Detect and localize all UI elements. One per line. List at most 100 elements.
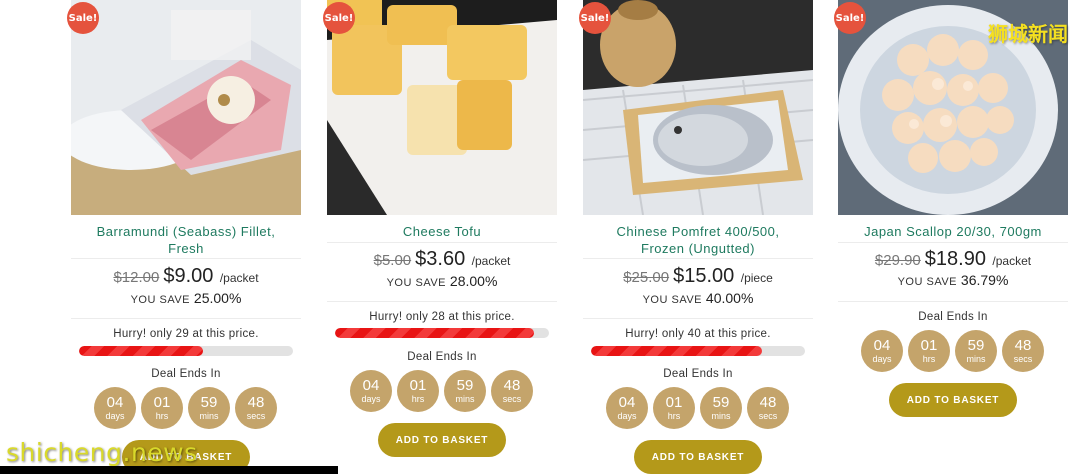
countdown-days: 04 days	[606, 387, 648, 429]
deal-ends-label: Deal Ends In	[407, 351, 477, 363]
stock-message: Hurry! only 40 at this price.	[625, 328, 771, 340]
product-title[interactable]: Japan Scallop 20/30, 700gm	[838, 223, 1068, 240]
countdown-seconds-value: 48	[247, 393, 265, 411]
add-to-basket-button[interactable]: ADD TO BASKET	[378, 423, 506, 457]
divider	[71, 318, 301, 319]
you-save: YOU SAVE 25.00%	[71, 290, 301, 306]
divider	[71, 258, 301, 259]
sale-price: $3.60	[415, 248, 466, 270]
you-save-label: YOU SAVE	[897, 276, 958, 288]
watermark-shicheng-news: shicheng.news	[6, 438, 198, 467]
product-image-chinese-pomfret[interactable]	[583, 0, 813, 215]
countdown-days-value: 04	[873, 336, 891, 354]
product-title[interactable]: Cheese Tofu	[327, 223, 557, 240]
countdown-minutes-unit: mins	[966, 353, 986, 364]
product-title-line-1[interactable]: Chinese Pomfret 400/500,	[583, 223, 813, 240]
original-price: $25.00	[623, 269, 670, 286]
you-save-percent: 36.79%	[960, 272, 1009, 288]
watermark-chinese: 狮城新闻	[988, 22, 1068, 46]
countdown-hours-value: 01	[665, 393, 683, 411]
countdown-seconds-value: 48	[503, 376, 521, 394]
stock-message: Hurry! only 29 at this price.	[113, 328, 259, 340]
product-title-line-2[interactable]: Fresh	[71, 240, 301, 257]
stock-progress-fill	[335, 328, 535, 338]
stock-progress-fill	[591, 346, 763, 356]
you-save-label: YOU SAVE	[642, 294, 703, 306]
countdown-hours: 01 hrs	[653, 387, 695, 429]
countdown-minutes-value: 59	[967, 336, 985, 354]
product-title-line-2[interactable]: Frozen (Ungutted)	[583, 240, 813, 257]
countdown-hours-value: 01	[920, 336, 938, 354]
product-title-line-1[interactable]: Barramundi (Seabass) Fillet,	[71, 223, 301, 240]
you-save-label: YOU SAVE	[130, 294, 191, 306]
original-price: $5.00	[373, 252, 412, 269]
countdown-minutes: 59 mins	[700, 387, 742, 429]
countdown-minutes-value: 59	[456, 376, 474, 394]
product-title-line-1[interactable]: Cheese Tofu	[327, 223, 557, 240]
you-save-label: YOU SAVE	[386, 277, 447, 289]
bottom-black-bar	[0, 466, 338, 474]
price-unit: /piece	[740, 271, 773, 285]
sale-price: $9.00	[163, 265, 214, 287]
product-card-chinese-pomfret: Sale! Chinese Pomfret 400/500, Frozen (U…	[579, 0, 813, 474]
add-to-basket-button[interactable]: ADD TO BASKET	[634, 440, 762, 474]
you-save-percent: 25.00%	[193, 290, 242, 306]
countdown-minutes: 59 mins	[188, 387, 230, 429]
product-title-line-1[interactable]: Japan Scallop 20/30, 700gm	[838, 223, 1068, 240]
divider	[838, 301, 1068, 302]
divider	[327, 242, 557, 243]
divider	[327, 301, 557, 302]
sale-price: $15.00	[673, 265, 735, 287]
countdown-days: 04 days	[94, 387, 136, 429]
product-title[interactable]: Chinese Pomfret 400/500, Frozen (Ungutte…	[583, 223, 813, 257]
countdown-seconds-value: 48	[759, 393, 777, 411]
countdown-minutes-unit: mins	[711, 410, 731, 421]
divider	[583, 258, 813, 259]
you-save: YOU SAVE 40.00%	[583, 290, 813, 306]
countdown-days-unit: days	[105, 410, 125, 421]
you-save: YOU SAVE 28.00%	[327, 273, 557, 289]
countdown-days-unit: days	[617, 410, 637, 421]
countdown-minutes: 59 mins	[444, 370, 486, 412]
product-card-barramundi: Sale! Barramundi (Seabass) Fillet, Fresh…	[67, 0, 301, 474]
you-save-percent: 40.00%	[705, 290, 754, 306]
product-card-cheese-tofu: Sale! Cheese Tofu $5.00 $3.60 /packet YOU…	[323, 0, 557, 474]
countdown-hours: 01 hrs	[141, 387, 183, 429]
countdown-hours-value: 01	[153, 393, 171, 411]
countdown-days-unit: days	[872, 353, 892, 364]
countdown-seconds-unit: secs	[1013, 353, 1033, 364]
stock-progress-bar	[79, 346, 293, 356]
product-title[interactable]: Barramundi (Seabass) Fillet, Fresh	[71, 223, 301, 257]
product-image-cheese-tofu[interactable]	[327, 0, 557, 215]
stock-progress-fill	[79, 346, 204, 356]
countdown-hours-unit: hrs	[411, 393, 425, 404]
countdown-timer: 04 days 01 hrs 59 mins 48 secs	[606, 387, 789, 429]
countdown-seconds-value: 48	[1014, 336, 1032, 354]
stock-progress-bar	[335, 328, 549, 338]
product-card-japan-scallop: Sale! Japan Scallop 20/30, 700gm $29.90 $…	[834, 0, 1068, 474]
countdown-seconds: 48 secs	[747, 387, 789, 429]
original-price: $12.00	[113, 269, 160, 286]
countdown-minutes-unit: mins	[455, 393, 475, 404]
countdown-seconds-unit: secs	[246, 410, 266, 421]
countdown-hours-value: 01	[409, 376, 427, 394]
divider	[583, 318, 813, 319]
price-row: $25.00 $15.00 /piece	[583, 265, 813, 288]
product-image-barramundi[interactable]	[71, 0, 301, 215]
countdown-days: 04 days	[861, 330, 903, 372]
countdown-seconds-unit: secs	[502, 393, 522, 404]
countdown-timer: 04 days 01 hrs 59 mins 48 secs	[94, 387, 277, 429]
countdown-timer: 04 days 01 hrs 59 mins 48 secs	[861, 330, 1044, 372]
countdown-minutes-value: 59	[712, 393, 730, 411]
deal-ends-label: Deal Ends In	[151, 368, 221, 380]
add-to-basket-button[interactable]: ADD TO BASKET	[889, 383, 1017, 417]
price-unit: /packet	[992, 254, 1032, 268]
price-row: $5.00 $3.60 /packet	[327, 248, 557, 271]
countdown-days-unit: days	[361, 393, 381, 404]
price-row: $29.90 $18.90 /packet	[838, 248, 1068, 271]
original-price: $29.90	[874, 252, 921, 269]
countdown-hours: 01 hrs	[908, 330, 950, 372]
countdown-minutes: 59 mins	[955, 330, 997, 372]
sale-price: $18.90	[924, 248, 986, 270]
countdown-hours-unit: hrs	[155, 410, 169, 421]
